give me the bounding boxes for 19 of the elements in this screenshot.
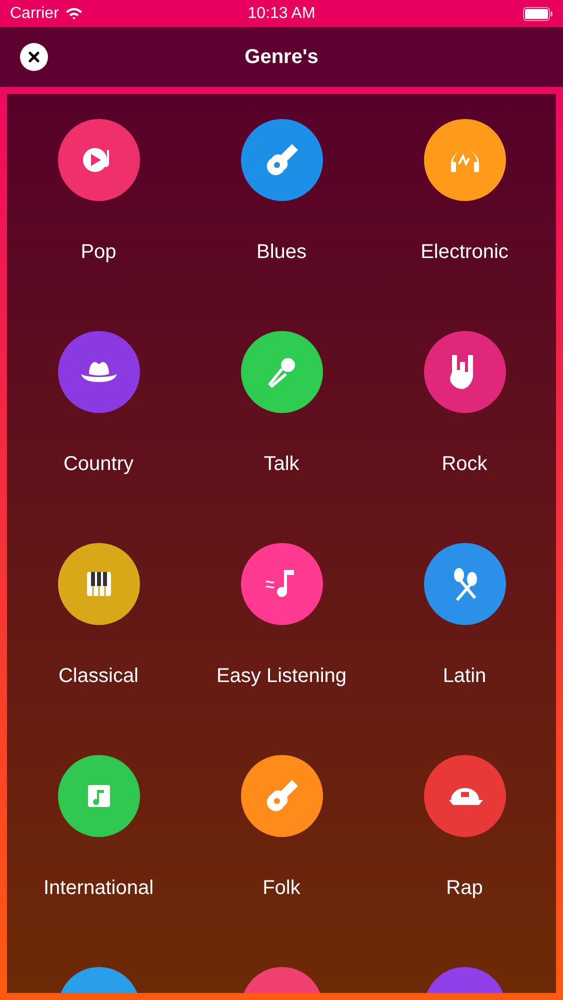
page-title: Genre's [244, 46, 318, 68]
wifi-icon [64, 7, 83, 20]
genre-label: Easy Listening [216, 665, 347, 687]
battery-icon [523, 6, 553, 20]
close-icon [28, 51, 40, 63]
genre-label: International [43, 877, 154, 899]
genre-label: Folk [262, 877, 300, 899]
genre-label: Electronic [420, 241, 508, 263]
genre-label: Blues [256, 241, 307, 263]
genre-label: Rap [446, 877, 483, 899]
genre-label: Latin [442, 665, 486, 687]
genre-label: Pop [80, 241, 116, 263]
clock: 10:13 AM [248, 4, 316, 22]
carrier-label: Carrier [10, 4, 59, 22]
genre-label: Classical [58, 665, 139, 687]
genre-label: Rock [442, 453, 488, 475]
genre-label: Talk [264, 453, 300, 475]
close-button[interactable] [20, 43, 48, 71]
genre-label: Country [63, 453, 134, 475]
